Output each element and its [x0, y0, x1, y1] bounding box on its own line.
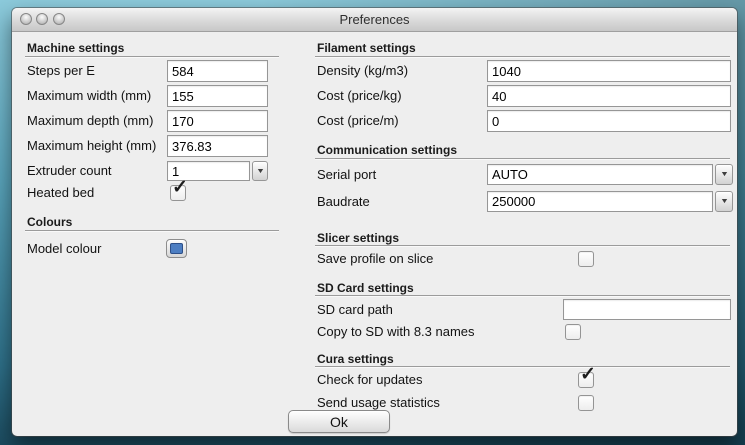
- model-colour-label: Model colour: [27, 238, 101, 260]
- max-height-label: Maximum height (mm): [27, 135, 156, 157]
- chevron-down-icon: ▼: [255, 168, 264, 175]
- slicer-settings-divider: [315, 245, 730, 247]
- serial-port-select[interactable]: AUTO ▼: [487, 164, 733, 185]
- window-title: Preferences: [12, 8, 737, 31]
- steps-per-e-input[interactable]: [167, 60, 268, 82]
- colours-divider: [25, 230, 279, 232]
- baudrate-value: 250000: [487, 191, 713, 212]
- serial-port-label: Serial port: [317, 164, 376, 186]
- max-depth-label: Maximum depth (mm): [27, 110, 153, 132]
- max-width-input[interactable]: [167, 85, 268, 107]
- zoom-button[interactable]: [53, 13, 65, 25]
- chevron-down-icon: ▼: [719, 198, 728, 205]
- heated-bed-label: Heated bed: [27, 182, 94, 204]
- baudrate-label: Baudrate: [317, 191, 370, 213]
- density-input[interactable]: [487, 60, 731, 82]
- check-updates-checkbox[interactable]: ✓: [578, 372, 594, 388]
- communication-settings-divider: [315, 158, 730, 160]
- sd-card-settings-header: SD Card settings: [317, 281, 414, 295]
- close-button[interactable]: [20, 13, 32, 25]
- extruder-count-dropdown-button[interactable]: ▼: [252, 161, 268, 181]
- max-height-input[interactable]: [167, 135, 268, 157]
- max-depth-input[interactable]: [167, 110, 268, 132]
- cost-per-kg-label: Cost (price/kg): [317, 85, 402, 107]
- machine-settings-header: Machine settings: [27, 41, 124, 55]
- extruder-count-label: Extruder count: [27, 160, 112, 182]
- cost-per-m-input[interactable]: [487, 110, 731, 132]
- baudrate-dropdown-button[interactable]: ▼: [715, 191, 733, 212]
- cura-settings-divider: [315, 366, 730, 368]
- sd-card-path-label: SD card path: [317, 299, 393, 321]
- serial-port-dropdown-button[interactable]: ▼: [715, 164, 733, 185]
- check-updates-label: Check for updates: [317, 369, 423, 391]
- cost-per-kg-input[interactable]: [487, 85, 731, 107]
- serial-port-value: AUTO: [487, 164, 713, 185]
- copy-to-sd-label: Copy to SD with 8.3 names: [317, 321, 475, 343]
- heated-bed-checkbox[interactable]: ✓: [170, 185, 186, 201]
- model-colour-swatch: [170, 243, 183, 254]
- filament-settings-divider: [315, 56, 730, 58]
- minimize-button[interactable]: [36, 13, 48, 25]
- model-colour-button[interactable]: [166, 239, 187, 258]
- checkmark-icon: ✓: [172, 178, 188, 199]
- slicer-settings-header: Slicer settings: [317, 231, 399, 245]
- communication-settings-header: Communication settings: [317, 143, 457, 157]
- checkmark-icon: ✓: [580, 365, 596, 386]
- titlebar[interactable]: Preferences: [12, 8, 737, 32]
- usage-stats-checkbox[interactable]: ✓: [578, 395, 594, 411]
- baudrate-select[interactable]: 250000 ▼: [487, 191, 733, 212]
- machine-settings-divider: [25, 56, 279, 58]
- chevron-down-icon: ▼: [719, 171, 728, 178]
- copy-to-sd-checkbox[interactable]: ✓: [565, 324, 581, 340]
- colours-header: Colours: [27, 215, 72, 229]
- cost-per-m-label: Cost (price/m): [317, 110, 399, 132]
- sd-card-settings-divider: [315, 295, 730, 297]
- save-profile-label: Save profile on slice: [317, 248, 433, 270]
- max-width-label: Maximum width (mm): [27, 85, 151, 107]
- steps-per-e-label: Steps per E: [27, 60, 95, 82]
- ok-button[interactable]: Ok: [288, 410, 390, 433]
- sd-card-path-input[interactable]: [563, 299, 731, 320]
- preferences-window: Preferences Machine settings Steps per E…: [12, 8, 737, 436]
- density-label: Density (kg/m3): [317, 60, 408, 82]
- filament-settings-header: Filament settings: [317, 41, 416, 55]
- cura-settings-header: Cura settings: [317, 352, 394, 366]
- save-profile-checkbox[interactable]: ✓: [578, 251, 594, 267]
